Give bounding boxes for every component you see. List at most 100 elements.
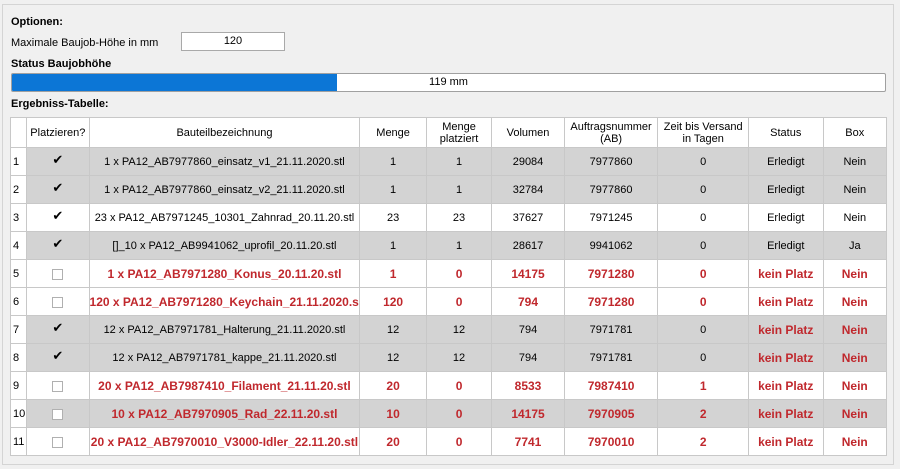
box-cell: Nein <box>822 399 887 428</box>
part-name-cell: 10 x PA12_AB7970905_Rad_22.11.20.stl <box>88 399 361 428</box>
row-number: 5 <box>9 259 28 288</box>
table-row[interactable]: 7 12 x PA12_AB7971781_Halterung_21.11.202… <box>9 315 887 344</box>
column-header[interactable]: Status <box>748 117 824 148</box>
status-cell: kein Platz <box>748 287 824 316</box>
column-header[interactable]: Platzieren? <box>26 117 90 148</box>
checkbox-unchecked[interactable] <box>52 436 64 448</box>
checkbox-unchecked[interactable] <box>52 296 64 308</box>
placed-quantity-cell: 1 <box>425 231 493 260</box>
order-number-cell: 7970010 <box>563 427 659 456</box>
column-header[interactable]: Zeit bis Versand in Tagen <box>657 117 749 148</box>
column-header[interactable]: Box <box>822 117 887 148</box>
place-checkbox-cell[interactable] <box>26 315 90 344</box>
placed-quantity-cell: 0 <box>425 371 493 400</box>
quantity-cell: 120 <box>359 287 427 316</box>
table-row[interactable]: 2 1 x PA12_AB7977860_einsatz_v2_21.11.202… <box>9 175 887 204</box>
status-cell: kein Platz <box>748 315 824 344</box>
column-header[interactable]: Menge platziert <box>425 117 493 148</box>
order-number-cell: 9941062 <box>563 231 659 260</box>
quantity-cell: 20 <box>359 427 427 456</box>
row-number: 3 <box>9 203 28 232</box>
volume-cell: 8533 <box>491 371 565 400</box>
place-checkbox-cell[interactable] <box>26 231 90 260</box>
column-header[interactable]: Volumen <box>491 117 565 148</box>
volume-cell: 794 <box>491 287 565 316</box>
checkbox-checked[interactable] <box>52 209 63 224</box>
place-checkbox-cell[interactable] <box>26 427 90 456</box>
placed-quantity-cell: 0 <box>425 399 493 428</box>
volume-cell: 29084 <box>491 147 565 176</box>
order-number-cell: 7971280 <box>563 259 659 288</box>
box-cell: Nein <box>822 147 887 176</box>
table-row[interactable]: 11 x PA12_AB7977860_einsatz_v1_21.11.202… <box>9 147 887 176</box>
days-to-ship-cell: 2 <box>657 399 749 428</box>
place-checkbox-cell[interactable] <box>26 399 90 428</box>
part-name-cell: 23 x PA12_AB7971245_10301_Zahnrad_20.11.… <box>88 203 361 232</box>
volume-cell: 7741 <box>491 427 565 456</box>
place-checkbox-cell[interactable] <box>26 203 90 232</box>
table-row[interactable]: 4 []_10 x PA12_AB9941062_uprofil_20.11.20… <box>9 231 887 260</box>
place-checkbox-cell[interactable] <box>26 371 90 400</box>
quantity-cell: 1 <box>359 231 427 260</box>
order-number-cell: 7971245 <box>563 203 659 232</box>
checkbox-unchecked[interactable] <box>52 380 64 392</box>
box-cell: Nein <box>822 371 887 400</box>
progress-text: 119 mm <box>429 76 468 88</box>
checkbox-checked[interactable] <box>52 349 63 364</box>
max-height-input[interactable]: 120 <box>181 32 285 51</box>
volume-cell: 14175 <box>491 259 565 288</box>
table-row[interactable]: 3 23 x PA12_AB7971245_10301_Zahnrad_20.11… <box>9 203 887 232</box>
placed-quantity-cell: 0 <box>425 259 493 288</box>
box-cell: Nein <box>822 427 887 456</box>
checkbox-checked[interactable] <box>52 321 63 336</box>
checkbox-checked[interactable] <box>52 181 63 196</box>
placed-quantity-cell: 23 <box>425 203 493 232</box>
table-row[interactable]: 8 12 x PA12_AB7971781_kappe_21.11.2020.st… <box>9 343 887 372</box>
table-row[interactable]: 51 x PA12_AB7971280_Konus_20.11.20.stl 1 0… <box>9 259 887 288</box>
checkbox-unchecked[interactable] <box>52 268 64 280</box>
column-header[interactable]: Bauteilbezeichnung <box>88 117 361 148</box>
column-header[interactable]: Auftragsnummer (AB) <box>563 117 659 148</box>
volume-cell: 32784 <box>491 175 565 204</box>
days-to-ship-cell: 0 <box>657 175 749 204</box>
status-cell: kein Platz <box>748 399 824 428</box>
results-title: Ergebniss-Tabelle: <box>11 98 109 110</box>
box-cell: Nein <box>822 315 887 344</box>
table-row[interactable]: 10 10 x PA12_AB7970905_Rad_22.11.20.stl 10… <box>9 399 887 428</box>
part-name-cell: []_10 x PA12_AB9941062_uprofil_20.11.20.… <box>88 231 361 260</box>
quantity-cell: 12 <box>359 343 427 372</box>
table-row[interactable]: 11 20 x PA12_AB7970010_V3000-Idler_22.11.… <box>9 427 887 456</box>
row-number-header <box>9 117 28 148</box>
volume-cell: 28617 <box>491 231 565 260</box>
days-to-ship-cell: 0 <box>657 343 749 372</box>
quantity-cell: 12 <box>359 315 427 344</box>
place-checkbox-cell[interactable] <box>26 147 90 176</box>
table-row[interactable]: 9 20 x PA12_AB7987410_Filament_21.11.20.s… <box>9 371 887 400</box>
part-name-cell: 120 x PA12_AB7971280_Keychain_21.11.2020… <box>88 287 361 316</box>
status-cell: Erledigt <box>748 231 824 260</box>
status-cell: kein Platz <box>748 343 824 372</box>
quantity-cell: 20 <box>359 371 427 400</box>
days-to-ship-cell: 0 <box>657 315 749 344</box>
row-number: 6 <box>9 287 28 316</box>
days-to-ship-cell: 2 <box>657 427 749 456</box>
place-checkbox-cell[interactable] <box>26 343 90 372</box>
part-name-cell: 1 x PA12_AB7971280_Konus_20.11.20.stl <box>88 259 361 288</box>
status-cell: kein Platz <box>748 371 824 400</box>
place-checkbox-cell[interactable] <box>26 287 90 316</box>
column-header[interactable]: Menge <box>359 117 427 148</box>
place-checkbox-cell[interactable] <box>26 259 90 288</box>
status-title: Status Baujobhöhe <box>11 58 112 70</box>
part-name-cell: 1 x PA12_AB7977860_einsatz_v1_21.11.2020… <box>88 147 361 176</box>
placed-quantity-cell: 0 <box>425 427 493 456</box>
table-header-row: Platzieren? Bauteilbezeichnung Menge Men… <box>9 117 887 148</box>
checkbox-checked[interactable] <box>52 153 63 168</box>
order-number-cell: 7987410 <box>563 371 659 400</box>
checkbox-checked[interactable] <box>52 237 63 252</box>
place-checkbox-cell[interactable] <box>26 175 90 204</box>
days-to-ship-cell: 0 <box>657 203 749 232</box>
status-cell: Erledigt <box>748 203 824 232</box>
checkbox-unchecked[interactable] <box>52 408 64 420</box>
table-row[interactable]: 6 120 x PA12_AB7971280_Keychain_21.11.202… <box>9 287 887 316</box>
order-number-cell: 7971280 <box>563 287 659 316</box>
